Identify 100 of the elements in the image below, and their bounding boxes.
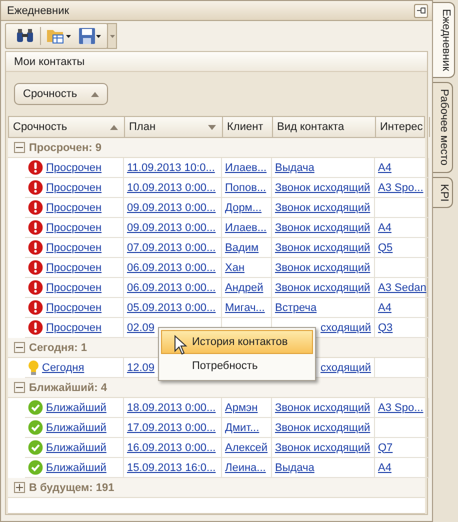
contact-type-link[interactable]: Звонок исходящий <box>275 222 370 234</box>
urgency-link[interactable]: Просрочен <box>46 222 102 234</box>
plan-link[interactable]: 06.09.2013 0:00... <box>127 282 216 294</box>
checkmark-icon <box>28 420 43 435</box>
contact-type-link[interactable]: Звонок исходящий <box>275 262 370 274</box>
contact-type-link[interactable]: Выдача <box>275 162 314 174</box>
urgency-link[interactable]: Просрочен <box>46 282 102 294</box>
contact-type-link[interactable]: Звонок исходящий <box>275 422 370 434</box>
urgency-link[interactable]: Просрочен <box>46 182 102 194</box>
client-link[interactable]: Дорм... <box>225 202 262 214</box>
plan-link[interactable]: 07.09.2013 0:00... <box>127 242 216 254</box>
toolbar-overflow-button[interactable] <box>107 23 117 49</box>
group-by-button[interactable]: Срочность <box>14 83 108 105</box>
contact-type-link[interactable]: Звонок исходящий <box>275 402 370 414</box>
urgency-link[interactable]: Ближайший <box>46 442 106 454</box>
column-header[interactable]: Срочность <box>9 117 125 137</box>
urgency-link[interactable]: Ближайший <box>46 462 106 474</box>
client-link[interactable]: Алексей <box>225 442 268 454</box>
contact-type-link[interactable]: Звонок исходящий <box>275 282 370 294</box>
contact-type-link[interactable]: Звонок исходящий <box>275 182 370 194</box>
collapse-icon[interactable] <box>14 382 25 393</box>
client-link[interactable]: Попов... <box>225 182 266 194</box>
expand-icon[interactable] <box>14 482 25 493</box>
client-link[interactable]: Вадим <box>225 242 259 254</box>
plan-link[interactable]: 18.09.2013 0:00... <box>127 402 216 414</box>
collapse-icon[interactable] <box>14 342 25 353</box>
caret-icon <box>110 34 114 38</box>
menu-item[interactable]: Потребность <box>161 354 313 378</box>
panel-tab[interactable]: Мои контакты <box>6 52 427 72</box>
urgency-link[interactable]: Сегодня <box>42 362 84 374</box>
interest-link[interactable]: Q5 <box>378 242 393 254</box>
group-label: В будущем: 191 <box>29 482 114 494</box>
urgency-link[interactable]: Просрочен <box>46 302 102 314</box>
exclamation-icon <box>28 300 43 315</box>
interest-link[interactable]: A4 <box>378 162 392 174</box>
contact-type-link[interactable]: Звонок исходящий <box>275 202 370 214</box>
plan-link[interactable]: 16.09.2013 0:00... <box>127 442 216 454</box>
client-link[interactable]: Мигач... <box>225 302 265 314</box>
plan-link[interactable]: 09.09.2013 0:00... <box>127 222 216 234</box>
urgency-link[interactable]: Ближайший <box>46 402 106 414</box>
menu-item[interactable]: История контактов <box>161 330 313 354</box>
plan-link[interactable]: 17.09.2013 0:00... <box>127 422 216 434</box>
contact-type-link[interactable]: Звонок исходящий <box>275 442 370 454</box>
interest-link[interactable]: A3 Spo... <box>378 182 424 194</box>
plan-link[interactable]: 10.09.2013 0:00... <box>127 182 216 194</box>
contact-type-link[interactable]: сходящий <box>320 362 371 374</box>
interest-link[interactable]: Q7 <box>378 442 393 454</box>
urgency-link[interactable]: Просрочен <box>46 162 102 174</box>
lightbulb-icon <box>28 360 39 376</box>
plan-link[interactable]: 09.09.2013 0:00... <box>127 202 216 214</box>
interest-link[interactable]: Q3 <box>378 322 393 334</box>
client-link[interactable]: Леина... <box>225 462 266 474</box>
client-link[interactable]: Андрей <box>225 282 264 294</box>
client-link[interactable]: Илаев... <box>225 222 267 234</box>
exclamation-icon <box>28 280 43 295</box>
urgency-link[interactable]: Просрочен <box>46 322 102 334</box>
column-header[interactable]: Интерес <box>376 117 430 137</box>
side-tab[interactable]: KPI <box>433 176 453 208</box>
collapse-icon[interactable] <box>14 142 25 153</box>
plan-link[interactable]: 15.09.2013 16:0... <box>127 462 216 474</box>
plan-link[interactable]: 05.09.2013 0:00... <box>127 302 216 314</box>
urgency-link[interactable]: Ближайший <box>46 422 106 434</box>
exclamation-icon <box>28 320 43 335</box>
urgency-link[interactable]: Просрочен <box>46 202 102 214</box>
exclamation-icon <box>28 240 43 255</box>
interest-link[interactable]: A3 Sedan <box>378 282 426 294</box>
folder-icon <box>47 28 65 44</box>
group-label: Просрочен: 9 <box>29 142 102 154</box>
binoculars-icon[interactable] <box>16 29 34 43</box>
contact-type-link[interactable]: Звонок исходящий <box>275 242 370 254</box>
column-header[interactable]: План <box>125 117 223 137</box>
mouse-pointer-icon <box>174 335 188 355</box>
plan-link[interactable]: 06.09.2013 0:00... <box>127 262 216 274</box>
exclamation-icon <box>28 160 43 175</box>
column-header[interactable]: Клиент <box>223 117 273 137</box>
client-link[interactable]: Армэн <box>225 402 258 414</box>
exclamation-icon <box>28 200 43 215</box>
exclamation-icon <box>28 180 43 195</box>
plan-link[interactable]: 11.09.2013 10:0... <box>127 162 215 174</box>
column-header[interactable]: Вид контакта <box>273 117 376 137</box>
client-link[interactable]: Илаев... <box>225 162 267 174</box>
pin-icon[interactable] <box>414 4 428 18</box>
urgency-link[interactable]: Просрочен <box>46 262 102 274</box>
client-link[interactable]: Хан <box>225 262 245 274</box>
side-tab[interactable]: Рабочее место <box>433 82 453 173</box>
contact-type-link[interactable]: Выдача <box>275 462 314 474</box>
contact-type-link[interactable]: сходящий <box>320 322 371 334</box>
interest-link[interactable]: A3 Spo... <box>378 402 424 414</box>
interest-link[interactable]: A4 <box>378 222 392 234</box>
interest-link[interactable]: A4 <box>378 302 392 314</box>
client-link[interactable]: Дмит... <box>225 422 260 434</box>
group-label: Ближайший: 4 <box>29 382 107 394</box>
contact-type-link[interactable]: Встреча <box>275 302 317 314</box>
urgency-link[interactable]: Просрочен <box>46 242 102 254</box>
side-tab[interactable]: Ежедневник <box>433 2 455 78</box>
save-dropdown[interactable] <box>77 26 103 46</box>
plan-link[interactable]: 02.09 <box>127 322 155 334</box>
plan-link[interactable]: 12.09 <box>127 362 155 374</box>
checkmark-icon <box>28 400 43 415</box>
interest-link[interactable]: A4 <box>378 462 392 474</box>
